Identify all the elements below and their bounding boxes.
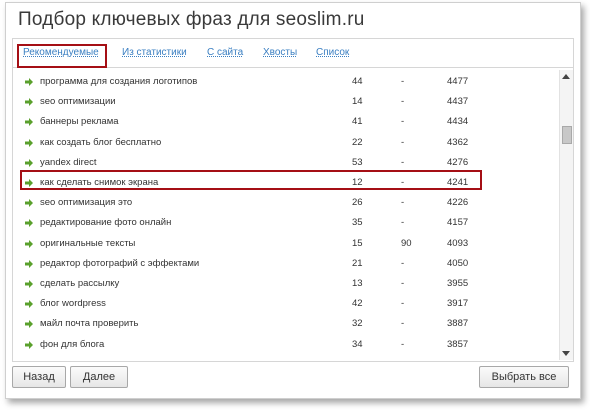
stat-c2: -	[401, 76, 405, 87]
table-row[interactable]: редактор фотографий с эффектами 21 - 4050	[13, 254, 557, 274]
stat-c2: 90	[401, 237, 412, 249]
green-arrow-right-icon[interactable]	[24, 259, 34, 269]
stat-c3: 4434	[447, 116, 469, 128]
table-row[interactable]: фон для блога 34 - 3857	[13, 335, 557, 355]
green-arrow-right-icon[interactable]	[24, 239, 34, 249]
table-row[interactable]: сделать рассылку 13 - 3955	[13, 274, 557, 294]
green-arrow-right-icon[interactable]	[24, 138, 34, 148]
stat-c3: 4437	[447, 96, 469, 108]
table-row[interactable]: seo оптимизации 14 - 4437	[13, 92, 557, 112]
scroll-up-arrow-icon[interactable]	[562, 74, 570, 79]
stat-c3: 4477	[447, 76, 469, 87]
stat-c1: 41	[352, 116, 363, 128]
green-arrow-right-icon[interactable]	[24, 340, 34, 350]
window-title: Подбор ключевых фраз для seoslim.ru	[18, 9, 365, 30]
stat-c1: 44	[352, 76, 363, 87]
keyword-text: майл почта проверить	[40, 318, 139, 330]
stat-c1: 35	[352, 217, 363, 229]
green-arrow-right-icon[interactable]	[24, 158, 34, 168]
stat-c2: -	[401, 136, 405, 148]
table-row[interactable]: баннеры реклама 41 - 4434	[13, 112, 557, 132]
stat-c2: -	[401, 217, 405, 229]
scrollbar-thumb[interactable]	[562, 126, 572, 144]
stat-c2: -	[401, 197, 405, 209]
keyword-picker-window: Подбор ключевых фраз для seoslim.ru Реко…	[5, 2, 581, 399]
green-arrow-right-icon[interactable]	[24, 299, 34, 309]
stat-c1: 13	[352, 278, 363, 289]
stat-c3: 4157	[447, 217, 469, 229]
stat-c1: 26	[352, 197, 363, 209]
keyword-text: блог wordpress	[40, 298, 106, 310]
table-row[interactable]: программа для создания логотипов 44 - 4477	[13, 72, 557, 92]
stat-c1: 42	[352, 298, 363, 310]
tab-from-site[interactable]: С сайта	[207, 47, 243, 58]
stat-c1: 22	[352, 136, 363, 148]
stat-c2: -	[401, 338, 405, 350]
stat-c2: -	[401, 96, 405, 108]
active-tab-highlight	[17, 44, 107, 68]
next-button[interactable]: Далее	[70, 366, 128, 388]
stat-c2: -	[401, 257, 405, 269]
green-arrow-right-icon[interactable]	[24, 77, 34, 87]
stat-c3: 4093	[447, 237, 469, 249]
stat-c3: 4050	[447, 257, 469, 269]
table-row[interactable]: оригинальные тексты 15 90 4093	[13, 234, 557, 254]
green-arrow-right-icon[interactable]	[24, 218, 34, 228]
stat-c3: 3917	[447, 298, 469, 310]
keyword-text: seo оптимизации	[40, 96, 116, 108]
keyword-text: фон для блога	[40, 338, 105, 350]
table-row[interactable]: майл почта проверить 32 - 3887	[13, 314, 557, 334]
stat-c3: 3887	[447, 318, 469, 330]
stat-c1: 32	[352, 318, 363, 330]
stat-c2: -	[401, 116, 405, 128]
tab-list[interactable]: Список	[316, 47, 349, 58]
keyword-list[interactable]: программа для создания логотипов 44 - 4477 s…	[13, 70, 557, 360]
tab-tails[interactable]: Хвосты	[263, 47, 297, 58]
keyword-text: сделать рассылку	[40, 278, 120, 289]
tab-from-statistics[interactable]: Из статистики	[122, 47, 187, 58]
row-highlight-box	[20, 170, 482, 190]
keyword-text: баннеры реклама	[40, 116, 119, 128]
back-button[interactable]: Назад	[12, 366, 66, 388]
stat-c2: -	[401, 318, 405, 330]
green-arrow-right-icon[interactable]	[24, 97, 34, 107]
table-row[interactable]: как создать блог бесплатно 22 - 4362	[13, 133, 557, 153]
scroll-down-arrow-icon[interactable]	[562, 351, 570, 356]
stat-c3: 4226	[447, 197, 469, 209]
green-arrow-right-icon[interactable]	[24, 319, 34, 329]
keyword-text: как создать блог бесплатно	[40, 136, 162, 148]
select-all-button[interactable]: Выбрать все	[479, 366, 569, 388]
stat-c1: 15	[352, 237, 363, 249]
stat-c3: 3955	[447, 278, 469, 289]
stat-c1: 21	[352, 257, 363, 269]
table-row[interactable]: блог wordpress 42 - 3917	[13, 294, 557, 314]
stat-c2: -	[401, 298, 405, 310]
table-row[interactable]: редактирование фото онлайн 35 - 4157	[13, 213, 557, 233]
keyword-text: редактирование фото онлайн	[40, 217, 172, 229]
keyword-text: оригинальные тексты	[40, 237, 136, 249]
keyword-text: редактор фотографий с эффектами	[40, 257, 200, 269]
stat-c3: 3857	[447, 338, 469, 350]
stat-c2: -	[401, 278, 405, 289]
table-row[interactable]: seo оптимизация это 26 - 4226	[13, 193, 557, 213]
keyword-text: программа для создания логотипов	[40, 76, 198, 87]
tab-bar: Рекомендуемые Из статистики С сайта Хвос…	[13, 39, 573, 68]
stat-c1: 14	[352, 96, 363, 108]
keyword-text: seo оптимизация это	[40, 197, 133, 209]
green-arrow-right-icon[interactable]	[24, 279, 34, 289]
green-arrow-right-icon[interactable]	[24, 198, 34, 208]
stat-c3: 4362	[447, 136, 469, 148]
green-arrow-right-icon[interactable]	[24, 117, 34, 127]
keywords-panel: Рекомендуемые Из статистики С сайта Хвос…	[12, 38, 574, 362]
vertical-scrollbar[interactable]	[559, 70, 573, 360]
stat-c1: 34	[352, 338, 363, 350]
